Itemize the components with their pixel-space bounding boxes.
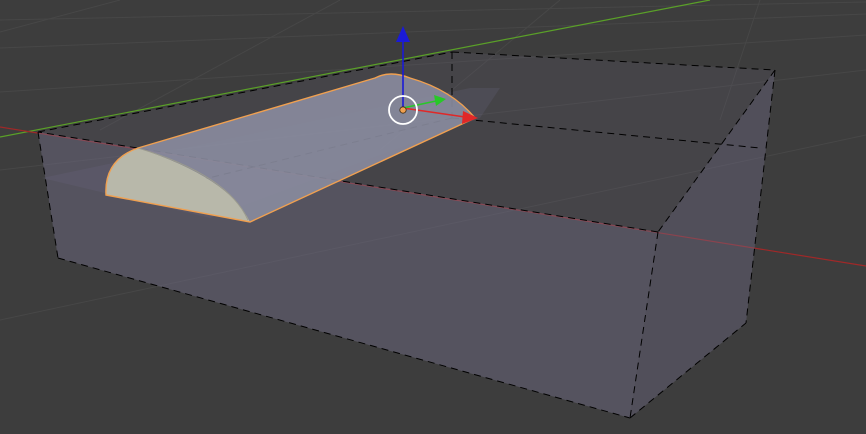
object-origin-icon [399, 106, 407, 114]
3d-viewport[interactable] [0, 0, 866, 434]
viewport-canvas[interactable] [0, 0, 866, 434]
